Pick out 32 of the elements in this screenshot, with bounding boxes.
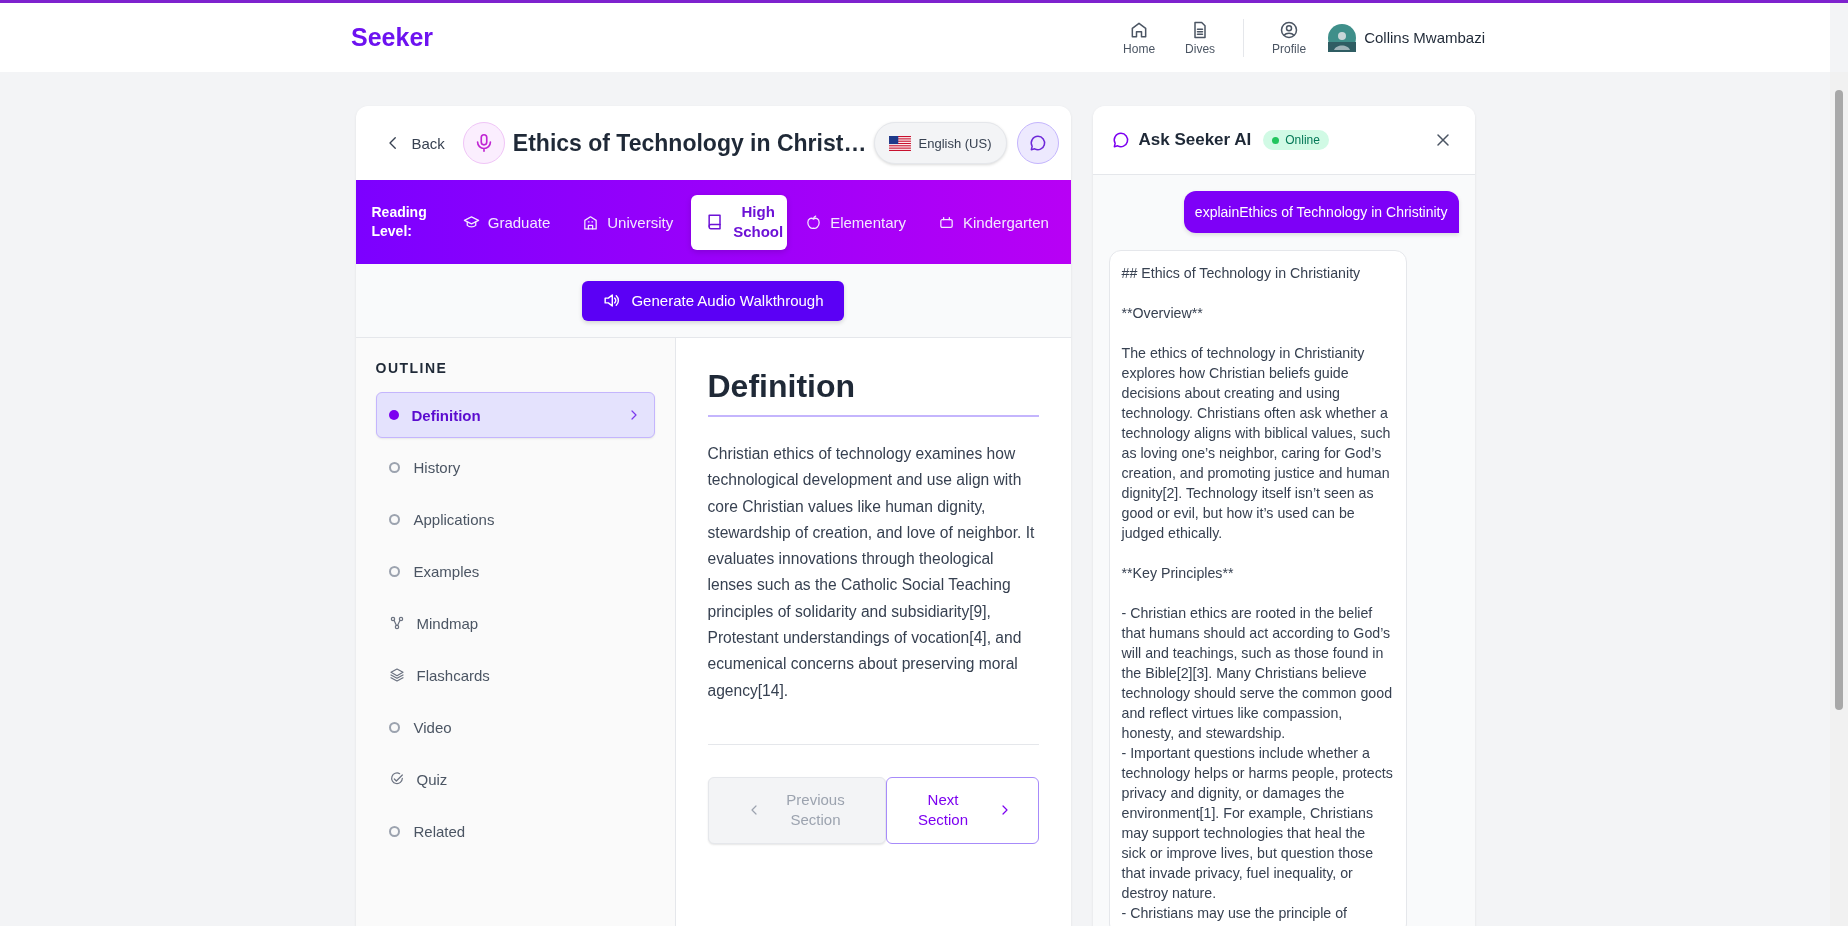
status-badge: Online <box>1263 130 1329 150</box>
audio-button[interactable]: Generate Audio Walkthrough <box>582 280 844 321</box>
outline-item[interactable]: Mindmap <box>375 600 655 646</box>
nav-link[interactable]: Profile <box>1264 19 1315 56</box>
outline-item[interactable]: Flashcards <box>375 652 655 698</box>
outline-item[interactable]: Quiz <box>375 756 655 802</box>
language-button[interactable]: English (US) <box>873 122 1007 164</box>
next-button[interactable]: Next Section <box>885 776 1039 844</box>
reading-level-label: Reading Level: <box>371 203 427 241</box>
outline-item[interactable]: Examples <box>375 548 655 594</box>
section-title: Definition <box>707 368 1039 417</box>
reading-level-tab[interactable]: Kindergarten <box>924 203 1063 241</box>
nav-link[interactable]: Home <box>1115 19 1164 56</box>
outline-item[interactable]: Definition <box>375 392 655 438</box>
user-message: explainEthics of Technology in Christinity <box>1183 191 1459 233</box>
topic-title: Ethics of Technology in Christ… <box>512 129 868 157</box>
reading-level-tab[interactable]: University <box>568 203 688 241</box>
ai-message: ## Ethics of Technology in Christianity **Overview** The ethics of technology in Christianity explores how Christian beliefs guide decisions about creating and using technology. Christians often ask whether a technology aligns with biblical values, such as loving one’s neighbor, caring for God’s creation, and promoting justice and human dignity[2]. Technology itself isn’t seen as good or evil, but how it’s used can be judged ethically. **Key Principles** - Christian ethics are rooted in the belief that humans should act according to God’s will and teachings, such as those found in the Bible[2][3]. Many Christians believe technology should serve the common good and reflect virtues like compassion, honesty, and stewardship. - Important questions include whether a technology helps or harms people, protects privacy and dignity, or damages the environment[1]. For example, Christians may support technologies that heal the sick or improve lives, but question those that invade privacy, fuel inequality, or destroy nature. - Christians may use the principle of <box>1108 250 1407 926</box>
reading-level-tab[interactable]: Elementary <box>791 203 920 241</box>
outline-item[interactable]: Applications <box>375 496 655 542</box>
outline-item[interactable]: Video <box>375 704 655 750</box>
back-button[interactable]: Back <box>375 128 453 158</box>
reading-level-tab[interactable]: Graduate <box>448 203 565 241</box>
user-name[interactable]: Collins Mwambazi <box>1364 29 1485 46</box>
logo[interactable]: Seeker <box>351 23 434 52</box>
outline-heading: OUTLINE <box>375 360 449 376</box>
outline-item[interactable]: History <box>375 444 655 490</box>
reading-level-tab[interactable]: High School <box>691 194 788 250</box>
outline-item[interactable]: Related <box>375 808 655 854</box>
nav-link[interactable]: Dives <box>1177 19 1224 56</box>
chat-title: Ask Seeker AI <box>1138 130 1252 150</box>
section-text: Christian ethics of technology examines how technological development and use align with core Christian values like human dignity, stewardship of creation, and love of neighbor. It evaluates innovations through theological lenses such as the Catholic Social Teaching principles of solidarity and subsidiarity[9], Protestant understandings of vocation[4], and ecumenical concerns about preserving moral agency[14]. <box>707 444 1036 701</box>
